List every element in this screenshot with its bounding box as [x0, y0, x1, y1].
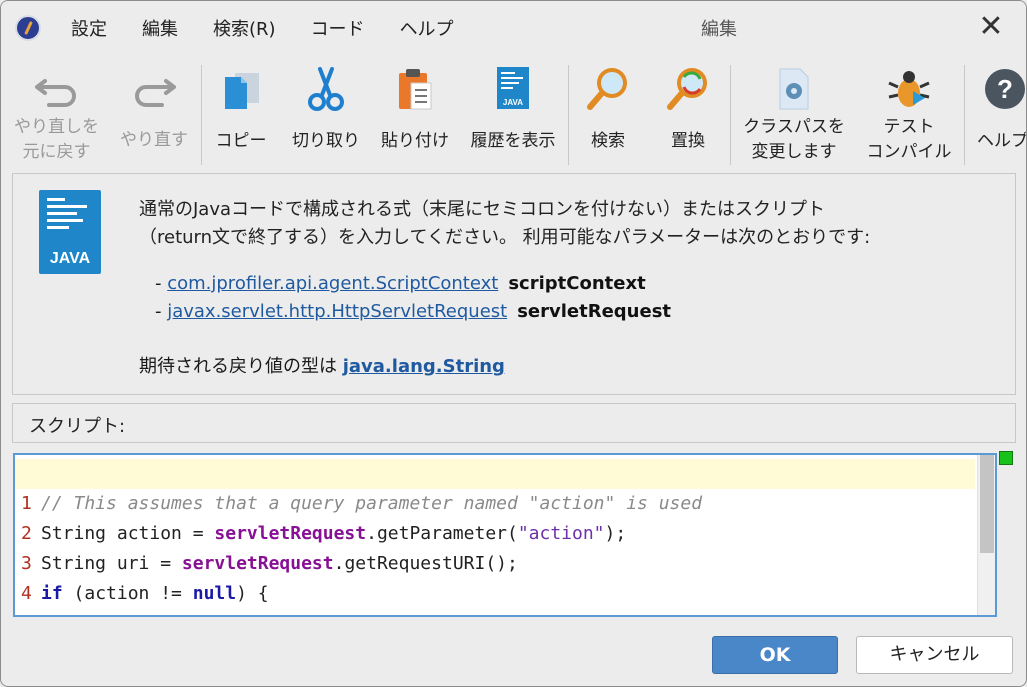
- script-label: スクリプト:: [29, 416, 126, 437]
- title-bar: 設定 編集 検索(R) コード ヘルプ 編集 ✕: [1, 1, 1026, 55]
- parameter-row: - com.jprofiler.api.agent.ScriptContext s…: [155, 273, 646, 294]
- window-title: 編集: [701, 19, 737, 40]
- undo-button[interactable]: やり直しを 元に戻す: [9, 57, 104, 169]
- cancel-button[interactable]: キャンセル: [856, 636, 1013, 674]
- menu-help[interactable]: ヘルプ: [400, 15, 454, 41]
- toolbar-separator: [964, 65, 965, 165]
- redo-button[interactable]: やり直す: [111, 57, 197, 169]
- info-line-1: 通常のJavaコードで構成される式（末尾にセミコロンを付けない）またはスクリプト: [139, 199, 826, 220]
- code-line: 2 String action = servletRequest.getParam…: [15, 489, 975, 544]
- toolbar: やり直しを 元に戻す やり直す コピー 切り取り 貼り付け JAVA 履歴を表示…: [1, 57, 1026, 169]
- paste-icon: [391, 65, 439, 113]
- parameter-row: - javax.servlet.http.HttpServletRequest s…: [155, 301, 672, 322]
- help-label: ヘルプ: [977, 131, 1027, 151]
- cut-label: 切り取り: [292, 131, 360, 151]
- info-description: 通常のJavaコードで構成される式（末尾にセミコロンを付けない）またはスクリプト…: [139, 196, 999, 252]
- app-icon: [15, 15, 41, 41]
- scissors-icon: [302, 65, 350, 113]
- undo-icon: [33, 65, 81, 113]
- copy-button[interactable]: コピー: [206, 57, 276, 169]
- code-line: 4 if (action != null) {: [15, 549, 975, 604]
- redo-label: やり直す: [120, 130, 188, 150]
- help-button[interactable]: ? ヘルプ: [969, 57, 1027, 169]
- code-line: 1// This assumes that a query parameter …: [15, 459, 975, 514]
- svg-text:JAVA: JAVA: [503, 98, 523, 107]
- replace-icon: [664, 65, 712, 113]
- code-line: 5 return uri + "?action=" + action;: [15, 579, 975, 615]
- paste-label: 貼り付け: [381, 131, 449, 151]
- change-classpath-button[interactable]: クラスパスを 変更します: [735, 57, 853, 169]
- script-label-box: スクリプト:: [12, 403, 1016, 443]
- close-icon[interactable]: ✕: [976, 12, 1006, 43]
- classpath-label-2: 変更します: [751, 142, 837, 162]
- editor-scrollbar[interactable]: [977, 455, 995, 615]
- menu-search[interactable]: 検索(R): [213, 15, 276, 41]
- parameter-type-link[interactable]: com.jprofiler.api.agent.ScriptContext: [167, 273, 498, 294]
- toolbar-separator: [568, 65, 569, 165]
- show-history-button[interactable]: JAVA 履歴を表示: [463, 57, 563, 169]
- code-line: 3 String uri = servletRequest.getRequestU…: [15, 519, 975, 574]
- menu-settings[interactable]: 設定: [71, 15, 107, 41]
- undo-label-2: 元に戻す: [22, 142, 91, 162]
- ok-button[interactable]: OK: [712, 636, 838, 674]
- scrollbar-thumb[interactable]: [980, 455, 994, 553]
- classpath-gear-icon: [770, 65, 818, 113]
- replace-button[interactable]: 置換: [653, 57, 723, 169]
- menu-bar: 設定 編集 検索(R) コード ヘルプ: [71, 15, 489, 41]
- parameter-type-link[interactable]: javax.servlet.http.HttpServletRequest: [167, 301, 507, 322]
- bug-icon: [885, 65, 933, 113]
- test-compile-label-2: コンパイル: [866, 142, 952, 162]
- info-panel: JAVA 通常のJavaコードで構成される式（末尾にセミコロンを付けない）または…: [12, 173, 1016, 395]
- history-label: 履歴を表示: [470, 131, 556, 151]
- return-type-link[interactable]: java.lang.String: [343, 356, 505, 377]
- cut-button[interactable]: 切り取り: [286, 57, 366, 169]
- search-button[interactable]: 検索: [573, 57, 643, 169]
- toolbar-separator: [201, 65, 202, 165]
- parameter-name: scriptContext: [508, 273, 646, 294]
- return-type-line: 期待される戻り値の型は java.lang.String: [139, 352, 505, 378]
- replace-label: 置換: [671, 131, 705, 151]
- java-logo-text: JAVA: [49, 250, 91, 267]
- info-line-2: （return文で終了する）を入力してください。 利用可能なパラメーターは次のと…: [139, 227, 871, 248]
- paste-button[interactable]: 貼り付け: [375, 57, 455, 169]
- menu-edit[interactable]: 編集: [142, 15, 178, 41]
- java-history-icon: JAVA: [489, 65, 537, 113]
- test-compile-button[interactable]: テスト コンパイル: [859, 57, 959, 169]
- parameter-list: - com.jprofiler.api.agent.ScriptContext s…: [155, 270, 671, 326]
- java-logo-icon: JAVA: [39, 190, 101, 274]
- menu-code[interactable]: コード: [311, 15, 365, 41]
- parameter-name: servletRequest: [517, 301, 672, 322]
- search-label: 検索: [591, 131, 625, 151]
- classpath-label-1: クラスパスを: [743, 117, 845, 137]
- return-type-prefix: 期待される戻り値の型は: [139, 356, 337, 377]
- edit-dialog: 設定 編集 検索(R) コード ヘルプ 編集 ✕ やり直しを 元に戻す やり直す…: [0, 0, 1027, 687]
- magnifier-icon: [584, 65, 632, 113]
- copy-label: コピー: [215, 131, 267, 151]
- test-compile-label-1: テスト: [883, 117, 935, 137]
- help-icon: ?: [983, 65, 1026, 113]
- undo-label-1: やり直しを: [14, 117, 99, 137]
- redo-icon: [130, 65, 178, 113]
- code-editor[interactable]: 1// This assumes that a query parameter …: [13, 453, 997, 617]
- line-number: 5: [21, 609, 32, 615]
- compile-status-indicator: [999, 451, 1013, 465]
- toolbar-separator: [730, 65, 731, 165]
- svg-text:?: ?: [997, 74, 1013, 104]
- copy-icon: [217, 65, 265, 113]
